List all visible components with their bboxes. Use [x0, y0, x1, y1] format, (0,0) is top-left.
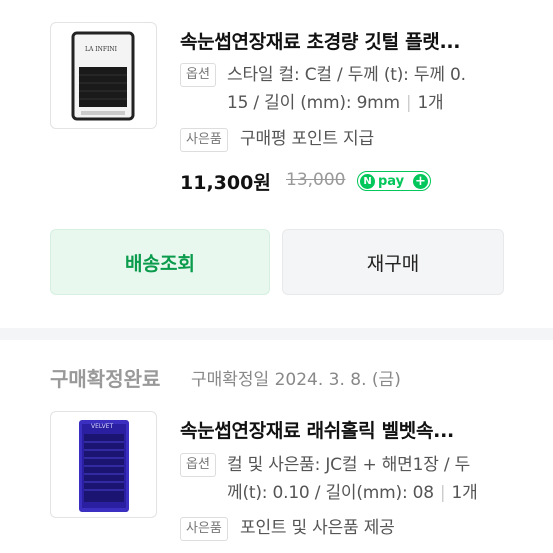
product-thumbnail-2[interactable]: VELVET — [50, 411, 157, 518]
product-title-2[interactable]: 속눈썹연장재료 래쉬홀릭 벨벳속... — [180, 416, 454, 443]
option-text-1: 스타일 컬: C컬 / 두께 (t): 두께 0. 15 / 길이 (mm): … — [227, 61, 517, 117]
shipping-tracking-button[interactable]: 배송조회 — [50, 229, 270, 295]
thumb-brand-text: LA INFINI — [85, 46, 117, 53]
section-divider — [0, 328, 553, 340]
purchase-confirm-date: 구매확정일 2024. 3. 8. (금) — [191, 370, 401, 390]
sale-price-1: 11,300원 — [180, 172, 271, 194]
quantity-2: 1개 — [451, 483, 478, 503]
rebuy-button[interactable]: 재구매 — [282, 229, 504, 295]
gift-tag-2: 사은품 — [180, 517, 228, 541]
gift-text-2: 포인트 및 사은품 제공 — [240, 518, 395, 538]
thumb-brand-text-2: VELVET — [91, 423, 114, 430]
plus-icon: + — [413, 173, 428, 189]
option-line-1b: 15 / 길이 (mm): 9mm | 1개 — [227, 89, 517, 117]
separator: | — [439, 483, 446, 503]
product-title-1[interactable]: 속눈썹연장재료 초경량 깃털 플랫... — [180, 27, 461, 54]
gift-tag-1: 사은품 — [180, 128, 228, 152]
quantity-1: 1개 — [417, 93, 444, 113]
option-line-2b-text: 께(t): 0.10 / 길이(mm): 08 — [227, 483, 434, 503]
naver-pay-plus-badge: N pay + — [357, 171, 431, 191]
option-line-1a: 스타일 컬: C컬 / 두께 (t): 두께 0. — [227, 65, 466, 85]
product-thumbnail-1[interactable]: LA INFINI — [50, 22, 157, 129]
purchase-status: 구매확정완료 — [50, 367, 161, 391]
original-price-1: 13,000 — [286, 170, 346, 190]
naver-n-icon: N — [360, 173, 375, 189]
option-tag-1: 옵션 — [180, 63, 216, 87]
option-line-2b: 께(t): 0.10 / 길이(mm): 08 | 1개 — [227, 479, 517, 507]
option-line-2a: 컬 및 사은품: JC컬 + 해면1장 / 두 — [227, 455, 471, 475]
lash-tray-image — [71, 31, 135, 121]
option-tag-2: 옵션 — [180, 453, 216, 477]
option-text-2: 컬 및 사은품: JC컬 + 해면1장 / 두 께(t): 0.10 / 길이(… — [227, 451, 517, 507]
separator: | — [405, 93, 412, 113]
option-line-1b-text: 15 / 길이 (mm): 9mm — [227, 93, 400, 113]
pay-label: pay — [378, 173, 405, 189]
gift-text-1: 구매평 포인트 지급 — [240, 129, 374, 149]
